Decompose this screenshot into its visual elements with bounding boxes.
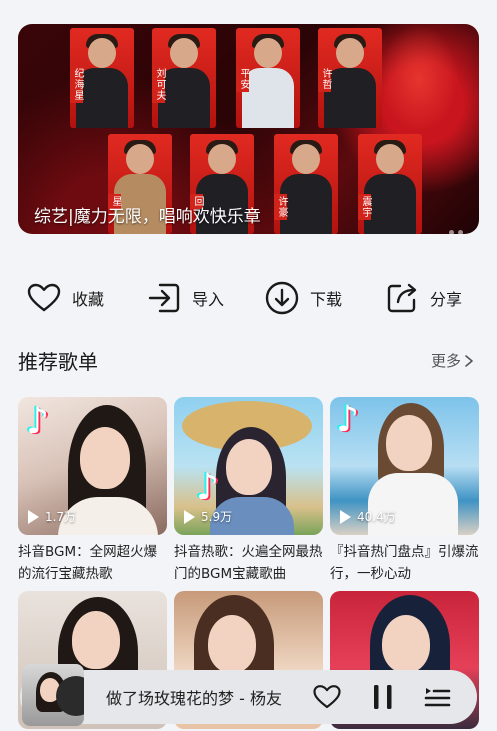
artist-card: 平安 (236, 28, 300, 128)
artist-name-tag: 平安 (236, 66, 249, 92)
more-link[interactable]: 更多 (431, 350, 475, 371)
artist-name-tag: 刘可夫 (152, 66, 165, 103)
artist-card: 许哲 (318, 28, 382, 128)
import-label: 导入 (192, 290, 225, 309)
artist-name-tag: 许豪 (274, 194, 287, 220)
playlist-cover: ♪ 1.7万 (18, 397, 167, 535)
tiktok-logo-icon: ♪ (196, 467, 219, 508)
play-count-value: 1.7万 (45, 510, 77, 524)
share-label: 分享 (430, 290, 463, 309)
mini-player[interactable]: 做了场玫瑰花的梦 - 杨友 (20, 664, 477, 726)
pause-icon (374, 685, 392, 709)
artist-name-tag: 震宇 (358, 194, 371, 220)
tiktok-logo-icon: ♪ (336, 399, 359, 440)
banner-glow (379, 24, 459, 134)
import-button[interactable]: 导入 (146, 278, 224, 318)
play-icon (184, 509, 195, 524)
album-art (22, 664, 84, 726)
share-icon (387, 283, 417, 313)
artist-card: 纪海星 (70, 28, 134, 128)
playlist-title: 抖音热歌：火遍全网最热门的BGM宝藏歌曲 (174, 544, 323, 582)
play-count: 40.4万 (340, 508, 396, 525)
artist-card: 许豪 (274, 134, 338, 234)
playlist-title: 抖音BGM：全网超火爆的流行宝藏热歌 (18, 544, 158, 582)
play-count-value: 40.4万 (357, 510, 396, 524)
download-label: 下载 (310, 290, 343, 309)
play-count-value: 5.9万 (201, 510, 233, 524)
favorite-button[interactable]: 收藏 (26, 278, 104, 318)
import-icon (148, 283, 180, 313)
banner-caption: 综艺|魔力无限，唱响欢快乐章 (34, 207, 261, 227)
download-icon (265, 281, 299, 315)
artist-name-tag: 许哲 (318, 66, 331, 92)
artist-name-tag: 纪海星 (70, 66, 83, 103)
play-icon (340, 509, 351, 524)
chevron-right-icon (465, 354, 473, 367)
share-button[interactable]: 分享 (384, 278, 462, 318)
tiktok-logo-icon: ♪ (26, 401, 49, 442)
playlist-card[interactable]: ♪ 1.7万 抖音BGM：全网超火爆的流行宝藏热歌 (18, 397, 167, 585)
playlist-cover: ♪ 5.9万 (174, 397, 323, 535)
pause-button[interactable] (368, 682, 398, 712)
playlist-cover: ♪ 40.4万 (330, 397, 479, 535)
section-title: 推荐歌单 (18, 350, 98, 374)
playlist-title: 『抖音热门盘点』引爆流行，一秒心动 (330, 544, 479, 582)
play-count: 1.7万 (28, 508, 76, 525)
playlist-queue-button[interactable] (422, 682, 452, 712)
heart-icon (313, 685, 341, 709)
more-label: 更多 (430, 352, 461, 370)
featured-banner[interactable]: 纪海星 刘可夫 平安 许哲 星 回 许豪 震宇 综艺|魔力无限，唱响欢快乐章 (18, 24, 479, 234)
like-button[interactable] (312, 682, 342, 712)
play-icon (28, 509, 39, 524)
queue-list-icon (424, 688, 451, 707)
artist-card: 震宇 (358, 134, 422, 234)
artist-card: 刘可夫 (152, 28, 216, 128)
now-playing-title: 做了场玫瑰花的梦 - 杨友 (106, 689, 282, 708)
favorite-label: 收藏 (72, 290, 105, 309)
carousel-indicator (449, 230, 463, 234)
playlist-card[interactable]: ♪ 40.4万 『抖音热门盘点』引爆流行，一秒心动 (330, 397, 479, 585)
play-count: 5.9万 (184, 508, 232, 525)
download-button[interactable]: 下载 (264, 278, 342, 318)
playlist-card[interactable]: ♪ 5.9万 抖音热歌：火遍全网最热门的BGM宝藏歌曲 (174, 397, 323, 585)
action-row: 收藏 导入 下载 分享 (0, 278, 497, 318)
heart-icon (27, 283, 61, 312)
